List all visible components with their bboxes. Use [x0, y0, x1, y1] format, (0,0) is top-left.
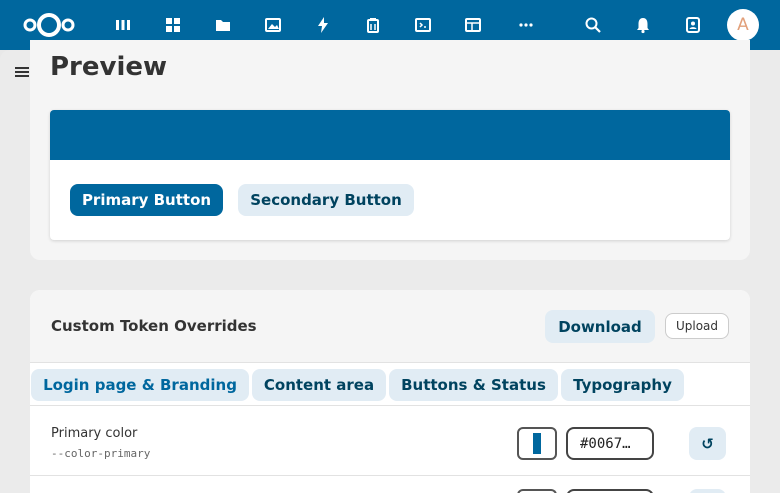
search-icon[interactable]: [581, 13, 605, 37]
app-navigation-toggle-icon[interactable]: [12, 62, 32, 82]
hex-color-input[interactable]: #0067…: [566, 427, 654, 460]
activity-icon[interactable]: [311, 13, 335, 37]
preview-header-bar: [50, 110, 730, 160]
user-avatar[interactable]: A: [727, 9, 759, 41]
reset-icon[interactable]: ↺: [689, 427, 726, 460]
contacts-icon[interactable]: [681, 13, 705, 37]
upload-button[interactable]: Upload: [665, 313, 729, 339]
code-icon[interactable]: [411, 13, 435, 37]
reset-button-next[interactable]: [689, 489, 726, 493]
dashboard-icon[interactable]: [111, 13, 135, 37]
more-icon[interactable]: [514, 13, 538, 37]
photos-icon[interactable]: [261, 13, 285, 37]
tab-buttons-status[interactable]: Buttons & Status: [389, 369, 558, 401]
token-label: Primary color: [51, 426, 138, 441]
token-variable: --color-primary: [51, 447, 151, 460]
nextcloud-logo-icon[interactable]: [22, 11, 76, 39]
notifications-icon[interactable]: [631, 13, 655, 37]
secondary-button[interactable]: Secondary Button: [238, 184, 414, 216]
hex-color-input-next[interactable]: [566, 489, 654, 493]
swatch-fill: [533, 433, 541, 454]
download-button[interactable]: Download: [545, 310, 655, 343]
color-swatch[interactable]: [517, 427, 557, 460]
primary-button[interactable]: Primary Button: [70, 184, 223, 216]
apps-grid-icon[interactable]: [161, 13, 185, 37]
color-swatch-next[interactable]: [517, 489, 557, 493]
overrides-title: Custom Token Overrides: [51, 317, 257, 335]
files-icon[interactable]: [211, 13, 235, 37]
tab-content-area[interactable]: Content area: [252, 369, 386, 401]
tables-icon[interactable]: [461, 13, 485, 37]
tab-typography[interactable]: Typography: [561, 369, 684, 401]
deck-icon[interactable]: [361, 13, 385, 37]
preview-title: Preview: [50, 52, 168, 82]
tab-login-branding[interactable]: Login page & Branding: [31, 369, 249, 401]
preview-box: [50, 110, 730, 240]
